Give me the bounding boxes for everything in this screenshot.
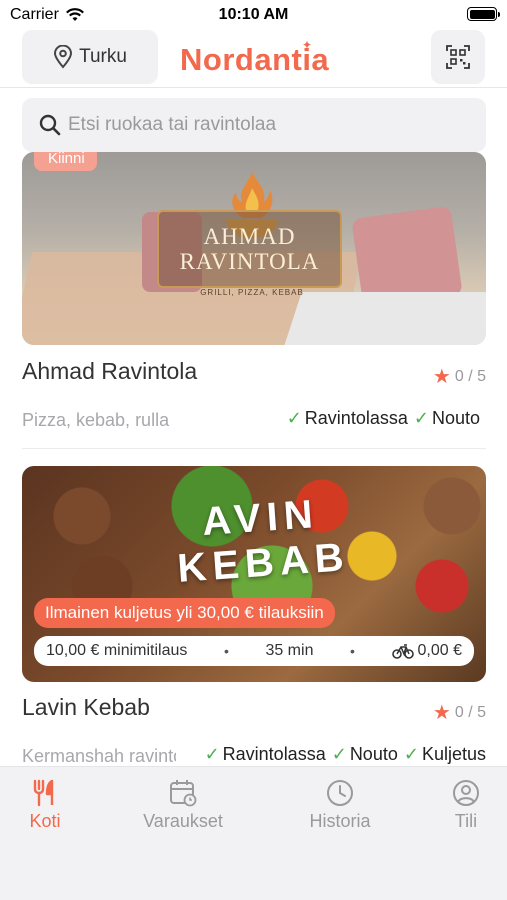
status-bar: Carrier 10:10 AM xyxy=(0,0,507,30)
tab-reservations[interactable]: Varaukset xyxy=(128,779,238,832)
free-delivery-promo: Ilmainen kuljetus yli 30,00 € tilauksiin xyxy=(34,598,335,628)
check-icon: ✓ xyxy=(413,408,429,428)
service-tag: ✓ Kuljetus xyxy=(403,744,486,764)
check-icon: ✓ xyxy=(331,744,347,764)
rating-value: 0 / 5 xyxy=(454,367,486,385)
location-button[interactable]: Turku xyxy=(22,30,158,84)
location-label: Turku xyxy=(79,46,127,67)
order-info-bar: 10,00 € minimitilaus • 35 min • 0,00 € xyxy=(34,636,474,666)
search-input[interactable] xyxy=(68,114,458,136)
restaurant-card[interactable]: AVIN KEBAB Ilmainen kuljetus yli 30,00 €… xyxy=(22,466,486,766)
restaurant-feed[interactable]: Kiinni AHMAD RAVINTOLA GRILLI, PIZZA, KE… xyxy=(0,96,507,766)
fork-knife-icon xyxy=(33,779,54,807)
sparkle-icon: ✦ xyxy=(302,38,313,52)
tab-label: Historia xyxy=(309,811,371,831)
restaurant-description: Pizza, kebab, rulla xyxy=(22,410,170,430)
qr-scan-button[interactable] xyxy=(431,30,485,84)
restaurant-image: AVIN KEBAB Ilmainen kuljetus yli 30,00 €… xyxy=(22,466,486,682)
delivery-fee: 0,00 € xyxy=(417,642,462,659)
tab-home[interactable]: Koti xyxy=(0,779,100,832)
bicycle-icon xyxy=(391,644,414,659)
rating: ★ 0 / 5 xyxy=(433,364,486,389)
calendar-icon xyxy=(170,780,197,807)
service-tags: ✓ Ravintolassa ✓ Nouto xyxy=(287,408,480,429)
check-icon: ✓ xyxy=(286,408,302,428)
tab-label: Koti xyxy=(29,811,61,831)
tab-account[interactable]: Tili xyxy=(411,779,507,832)
clock-icon xyxy=(327,780,353,806)
sign-name: AHMAD RAVINTOLA xyxy=(179,224,320,274)
tab-label: Varaukset xyxy=(143,811,223,831)
restaurant-description: Kermanshah ravintola xyxy=(22,746,176,766)
min-order: 10,00 € minimitilaus xyxy=(46,642,188,659)
search-bar[interactable] xyxy=(22,98,486,152)
clock: 10:10 AM xyxy=(218,6,289,23)
service-tag: ✓ Ravintolassa xyxy=(204,744,326,764)
service-tag: ✓ Ravintolassa xyxy=(286,408,408,428)
rating: ★ 0 / 5 xyxy=(433,700,486,725)
search-icon xyxy=(39,114,61,136)
check-icon: ✓ xyxy=(204,744,220,764)
divider xyxy=(22,448,486,449)
delivery-fee-wrap: 0,00 € xyxy=(391,642,462,660)
qr-code-icon xyxy=(446,45,470,69)
tab-label: Tili xyxy=(454,811,478,831)
location-pin-icon xyxy=(54,45,73,69)
delivery-time: 35 min xyxy=(265,642,314,659)
sign-subtitle: GRILLI, PIZZA, KEBAB xyxy=(200,288,304,297)
app-header: Turku Nordantia ✦ xyxy=(0,30,507,88)
user-icon xyxy=(453,780,479,806)
rating-value: 0 / 5 xyxy=(454,703,486,721)
star-icon: ★ xyxy=(432,366,451,388)
restaurant-name: Ahmad Ravintola xyxy=(22,358,198,384)
restaurant-logo: AVIN KEBAB xyxy=(176,492,351,591)
tab-bar: Koti Varaukset Historia Tili xyxy=(0,766,507,900)
battery-icon xyxy=(467,7,500,21)
service-tag: ✓ Nouto xyxy=(331,744,398,764)
service-tags: ✓ Ravintolassa ✓ Nouto ✓ Kuljetus xyxy=(205,744,486,765)
restaurant-card[interactable]: Kiinni AHMAD RAVINTOLA GRILLI, PIZZA, KE… xyxy=(22,146,486,449)
star-icon: ★ xyxy=(432,702,451,724)
restaurant-image: AHMAD RAVINTOLA GRILLI, PIZZA, KEBAB xyxy=(22,152,486,345)
service-tag: ✓ Nouto xyxy=(413,408,480,428)
tab-history[interactable]: Historia xyxy=(285,779,395,832)
check-icon: ✓ xyxy=(403,744,419,764)
restaurant-sign: AHMAD RAVINTOLA xyxy=(157,210,342,288)
restaurant-name: Lavin Kebab xyxy=(22,694,150,720)
